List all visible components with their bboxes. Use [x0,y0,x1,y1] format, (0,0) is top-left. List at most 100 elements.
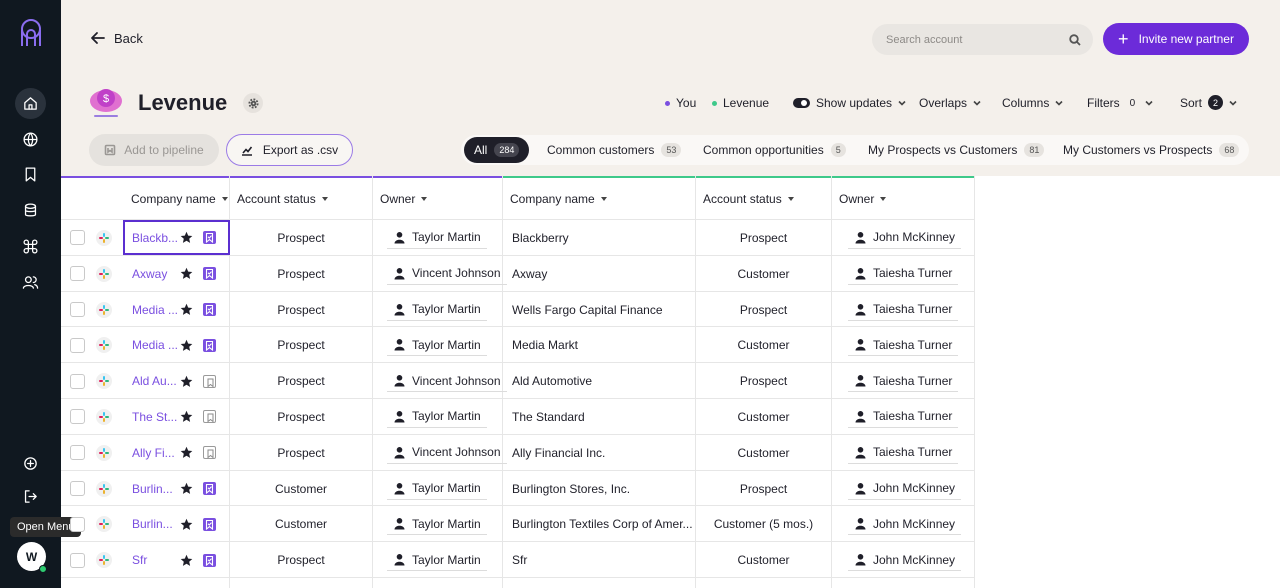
row-checkbox[interactable] [70,230,85,246]
partner-owner-chip[interactable]: Taiesha Turner [848,406,959,428]
company-name-link[interactable]: Media ... [132,338,178,352]
owner-chip[interactable]: Taylor Martin [387,334,487,357]
bookmark-add-icon[interactable] [203,374,216,388]
star-icon[interactable] [180,339,193,352]
bookmark-checked-icon[interactable] [203,553,216,567]
tab-common-opportunities[interactable]: Common opportunities 5 [693,137,856,163]
partner-owner-chip[interactable]: Taiesha Turner [848,370,959,393]
owner-chip[interactable]: Taylor Martin [387,406,487,428]
owner-chip[interactable]: Taylor Martin [387,299,487,321]
chevron-down-icon [1145,100,1153,106]
columns-dropdown[interactable]: Columns [1002,96,1063,110]
bookmark-checked-icon[interactable] [203,482,216,495]
owner-chip[interactable]: Taylor Martin [387,478,487,500]
person-icon [394,375,405,387]
tab-all[interactable]: All 284 [464,137,530,163]
company-name-link[interactable]: Sfr [132,553,178,567]
owner-chip[interactable]: Vincent Johnson [387,370,507,393]
globe-icon[interactable] [15,124,46,155]
owner-name: Taiesha Turner [873,266,953,281]
company-name-link[interactable]: Media ... [132,303,178,317]
row-checkbox[interactable] [70,516,85,532]
tab-prospects-vs-customers[interactable]: My Prospects vs Customers 81 [858,137,1054,163]
bookmark-icon[interactable] [15,159,46,190]
tab-common-customers[interactable]: Common customers 53 [537,137,691,163]
bookmark-checked-icon[interactable] [203,267,216,281]
invite-partner-button[interactable]: + Invite new partner [1103,23,1249,55]
tab-label: All [474,143,488,157]
star-icon[interactable] [180,482,193,495]
company-name-link[interactable]: Ally Fi... [132,446,178,460]
sort-dropdown[interactable]: Sort 2 [1180,95,1237,110]
star-icon[interactable] [180,446,193,459]
partner-owner-chip[interactable]: John McKinney [848,227,962,249]
row-checkbox[interactable] [70,337,85,353]
search-bar[interactable] [872,24,1093,55]
header-company-name[interactable]: Company name [131,178,228,219]
person-icon [855,482,866,494]
logout-icon[interactable] [15,481,46,512]
partner-owner-chip[interactable]: Taiesha Turner [848,299,959,321]
partner-owner-chip[interactable]: John McKinney [848,513,962,536]
export-csv-button[interactable]: Export as .csv [226,134,353,166]
company-name-link[interactable]: Burlin... [132,517,178,531]
star-icon[interactable] [180,410,193,423]
command-icon[interactable] [15,231,46,262]
filters-dropdown[interactable]: Filters 0 [1087,96,1153,110]
partner-owner-chip[interactable]: John McKinney [848,478,962,500]
header-partner-company-name[interactable]: Company name [510,178,607,219]
company-name-link[interactable]: Axway [132,267,178,281]
row-checkbox[interactable] [70,481,85,496]
header-partner-owner[interactable]: Owner [839,178,887,219]
home-icon[interactable] [15,88,46,119]
users-icon[interactable] [15,267,46,298]
star-icon[interactable] [180,518,193,531]
row-checkbox[interactable] [70,552,85,568]
owner-chip[interactable]: Vincent Johnson [387,442,507,464]
star-icon[interactable] [180,303,193,316]
header-partner-account-status[interactable]: Account status [703,178,794,219]
app-logo-icon[interactable] [18,18,44,48]
show-updates-toggle[interactable]: Show updates [793,96,906,110]
partner-owner-chip[interactable]: John McKinney [848,549,962,572]
partner-owner-chip[interactable]: Taiesha Turner [848,334,959,357]
partner-owner-chip[interactable]: Taiesha Turner [848,263,959,285]
star-icon[interactable] [180,375,193,388]
owner-chip[interactable]: Taylor Martin [387,513,487,536]
partner-company-name: Burlington Stores, Inc. [512,481,631,496]
slack-icon [96,301,112,318]
star-icon[interactable] [180,554,193,567]
header-account-status[interactable]: Account status [237,178,328,219]
tab-customers-vs-prospects[interactable]: My Customers vs Prospects 68 [1053,137,1249,163]
row-checkbox[interactable] [70,445,85,461]
row-checkbox[interactable] [70,302,85,317]
settings-gear-icon[interactable] [243,93,263,113]
bookmark-checked-icon[interactable] [203,338,216,352]
column-divider [831,176,832,588]
bookmark-add-icon[interactable] [203,410,216,424]
search-input[interactable] [886,33,1069,46]
owner-chip[interactable]: Taylor Martin [387,227,487,249]
back-button[interactable]: Back [90,30,143,46]
owner-chip[interactable]: Taylor Martin [387,549,487,572]
company-name-link[interactable]: The St... [132,410,178,424]
row-checkbox[interactable] [70,266,85,282]
bookmark-add-icon[interactable] [203,446,216,460]
add-to-pipeline-button[interactable]: Add to pipeline [89,134,219,166]
row-checkbox[interactable] [70,373,85,389]
bookmark-checked-icon[interactable] [203,517,216,531]
company-name-link[interactable]: Ald Au... [132,374,178,388]
person-icon [855,303,866,315]
add-circle-icon[interactable] [15,448,46,479]
tab-count: 5 [830,143,846,157]
toggle-switch[interactable] [793,98,810,108]
star-icon[interactable] [180,267,193,280]
company-name-link[interactable]: Burlin... [132,482,178,496]
database-icon[interactable] [15,195,46,226]
partner-owner-chip[interactable]: Taiesha Turner [848,442,959,464]
owner-chip[interactable]: Vincent Johnson [387,263,507,285]
overlaps-dropdown[interactable]: Overlaps [919,96,981,110]
bookmark-checked-icon[interactable] [203,303,216,316]
header-owner[interactable]: Owner [380,178,428,219]
row-checkbox[interactable] [70,409,85,425]
